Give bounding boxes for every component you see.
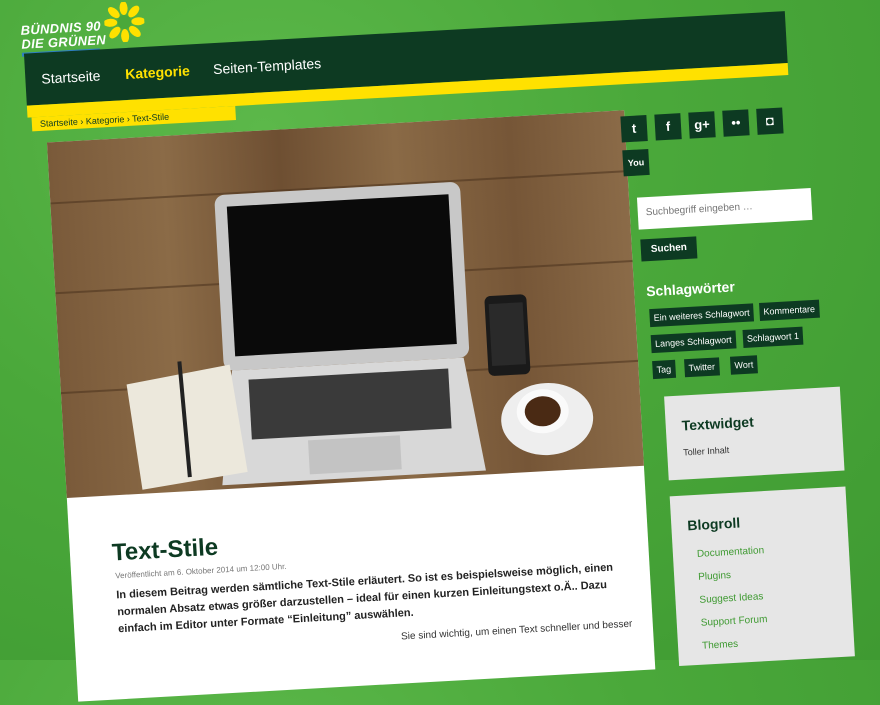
sunflower-icon <box>103 1 146 43</box>
tags-heading: Schlagwörter <box>645 278 736 300</box>
blogroll-link[interactable]: Support Forum <box>701 614 768 629</box>
blogroll-heading: Blogroll <box>686 514 741 534</box>
blogroll-link[interactable]: Themes <box>702 639 739 652</box>
tag-item[interactable]: Tag <box>652 359 676 380</box>
textwidget-heading: Textwidget <box>681 413 755 434</box>
nav-item-seiten-templates[interactable]: Seiten-Templates <box>213 55 322 77</box>
facebook-icon[interactable]: f <box>654 113 682 141</box>
nav-item-startseite[interactable]: Startseite <box>41 67 101 86</box>
tag-item[interactable]: Twitter <box>684 357 720 378</box>
blogroll-link[interactable]: Documentation <box>697 545 765 560</box>
tag-item[interactable]: Kommentare <box>759 299 820 322</box>
nav-item-kategorie[interactable]: Kategorie <box>125 62 190 82</box>
tag-item[interactable]: Schlagwort 1 <box>742 326 804 348</box>
featured-image <box>46 110 644 498</box>
tag-item[interactable]: Langes Schlagwort <box>650 330 737 354</box>
tag-item[interactable]: Wort <box>729 355 758 375</box>
search-button[interactable]: Suchen <box>640 236 698 262</box>
blogroll-link[interactable]: Plugins <box>698 570 731 583</box>
textwidget-content: Toller Inhalt <box>682 444 730 458</box>
flickr-icon[interactable]: •• <box>722 109 750 137</box>
youtube-icon[interactable]: You <box>622 148 650 177</box>
instagram-icon[interactable]: ◘ <box>756 107 784 135</box>
post-title[interactable]: Text-Stile <box>111 534 219 568</box>
googleplus-icon[interactable]: g+ <box>688 111 716 139</box>
blogroll-link[interactable]: Suggest Ideas <box>699 591 763 606</box>
laptop-desk-illustration <box>126 182 594 490</box>
text-widget: Textwidget Toller Inhalt <box>664 386 845 481</box>
blogroll-widget: Blogroll Documentation Plugins Suggest I… <box>669 486 855 667</box>
page: BÜNDNIS 90 DIE GRÜNEN Startseite Kategor… <box>0 0 880 702</box>
search-box <box>636 187 813 230</box>
search-input[interactable] <box>636 188 807 228</box>
tag-cloud: Ein weiteres Schlagwort Kommentare Lange… <box>649 299 833 380</box>
tag-item[interactable]: Ein weiteres Schlagwort <box>649 303 755 328</box>
post-body-text: Sie sind wichtig, um einen Text schnelle… <box>400 618 633 643</box>
social-icons: t f g+ •• ◘ You <box>620 106 800 177</box>
twitter-icon[interactable]: t <box>620 115 648 143</box>
post-card: Text-Stile Veröffentlicht am 6. Oktober … <box>46 110 656 702</box>
